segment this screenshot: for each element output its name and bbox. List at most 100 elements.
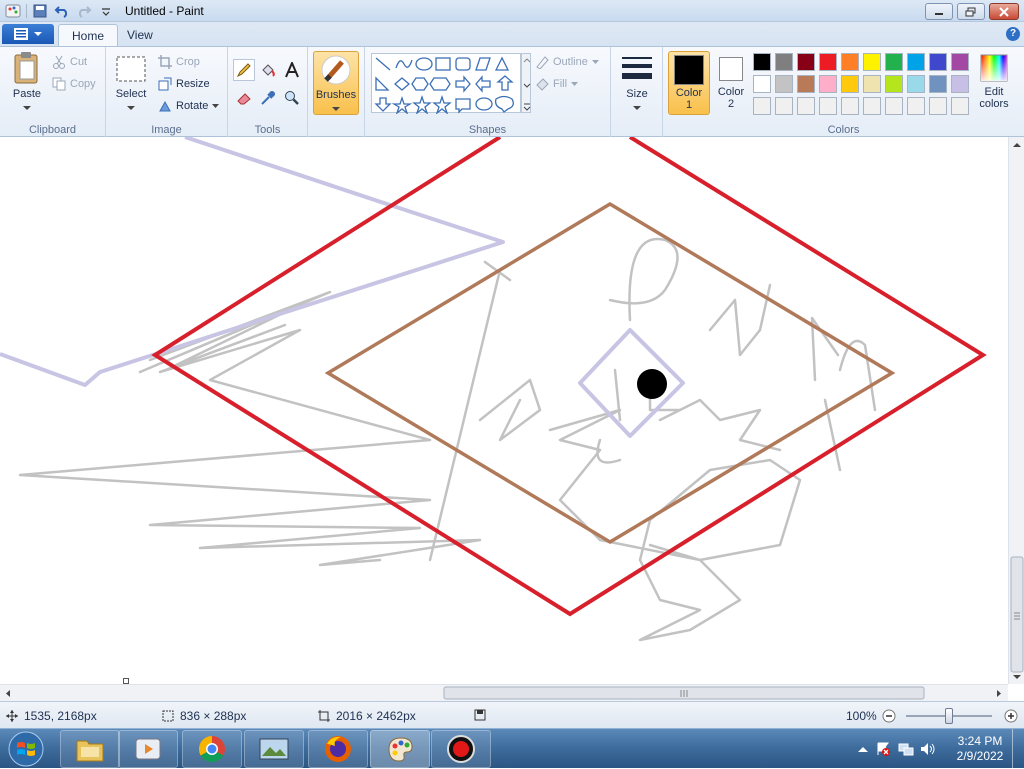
- outline-button[interactable]: Outline: [535, 55, 599, 69]
- palette-color-swatch[interactable]: [863, 53, 881, 71]
- text-tool[interactable]: [281, 59, 303, 81]
- fill-tool[interactable]: [257, 59, 279, 81]
- line-size-icon: [622, 57, 652, 79]
- help-icon[interactable]: ?: [1006, 27, 1020, 41]
- palette-color-swatch[interactable]: [951, 97, 969, 115]
- palette-color-swatch[interactable]: [951, 53, 969, 71]
- size-group: Size: [611, 47, 663, 138]
- crop-button[interactable]: Crop: [158, 55, 200, 69]
- palette-color-swatch[interactable]: [907, 97, 925, 115]
- clock-date: 2/9/2022: [956, 749, 1004, 763]
- palette-color-swatch[interactable]: [797, 97, 815, 115]
- save-icon[interactable]: [31, 2, 49, 20]
- network-icon[interactable]: [898, 742, 914, 756]
- palette-color-swatch[interactable]: [797, 53, 815, 71]
- palette-color-swatch[interactable]: [753, 53, 771, 71]
- action-center-icon[interactable]: [876, 742, 890, 756]
- palette-color-swatch[interactable]: [775, 97, 793, 115]
- palette-color-swatch[interactable]: [775, 53, 793, 71]
- restore-button[interactable]: [957, 3, 985, 20]
- palette-color-swatch[interactable]: [929, 75, 947, 93]
- palette-color-swatch[interactable]: [753, 75, 771, 93]
- volume-icon[interactable]: [920, 742, 936, 756]
- zoom-slider-thumb[interactable]: [945, 708, 953, 724]
- size-button[interactable]: Size: [619, 53, 655, 114]
- brushes-button[interactable]: Brushes: [313, 51, 359, 115]
- taskbar-clock[interactable]: 3:24 PM 2/9/2022: [950, 734, 1010, 764]
- minimize-button[interactable]: [925, 3, 953, 20]
- cut-button[interactable]: Cut: [52, 55, 87, 69]
- crosshair-icon: [6, 710, 18, 722]
- palette-color-swatch[interactable]: [797, 75, 815, 93]
- shapes-group: Outline Fill Shapes: [364, 47, 611, 138]
- start-button[interactable]: [4, 729, 48, 769]
- tab-view[interactable]: View: [114, 24, 166, 46]
- color1-button[interactable]: Color 1: [668, 51, 710, 115]
- copy-button[interactable]: Copy: [52, 77, 96, 91]
- palette-color-swatch[interactable]: [819, 97, 837, 115]
- windows-start-icon: [8, 731, 44, 767]
- tools-group: Tools: [228, 47, 308, 138]
- media-player-icon: [135, 738, 161, 760]
- zoom-out-button[interactable]: [882, 709, 896, 723]
- paste-button[interactable]: Paste: [6, 51, 48, 115]
- horizontal-scrollbar[interactable]: [0, 684, 1008, 701]
- palette-color-swatch[interactable]: [951, 75, 969, 93]
- taskbar-app-firefox[interactable]: [308, 730, 368, 768]
- select-icon: [116, 56, 146, 82]
- taskbar-app-explorer[interactable]: [60, 730, 120, 768]
- color2-button[interactable]: Color 2: [713, 51, 749, 115]
- palette-color-swatch[interactable]: [907, 53, 925, 71]
- disk-icon: [474, 709, 486, 721]
- close-button[interactable]: [989, 3, 1019, 20]
- color-picker-tool[interactable]: [257, 87, 279, 109]
- palette-color-swatch[interactable]: [885, 97, 903, 115]
- paint-app-icon[interactable]: [4, 2, 22, 20]
- customize-qat-icon[interactable]: [97, 2, 115, 20]
- scissors-icon: [53, 55, 65, 69]
- select-button[interactable]: Select: [112, 55, 150, 114]
- tab-home[interactable]: Home: [58, 24, 119, 46]
- palette-color-swatch[interactable]: [841, 97, 859, 115]
- fill-button[interactable]: Fill: [535, 77, 579, 91]
- shapes-gallery[interactable]: [371, 53, 521, 115]
- resize-button[interactable]: Resize: [158, 77, 210, 91]
- palette-color-swatch[interactable]: [907, 75, 925, 93]
- palette-color-swatch[interactable]: [841, 75, 859, 93]
- shapes-scroll[interactable]: [521, 53, 531, 113]
- colors-group: Color 1 Color 2 Edit colors Colors: [663, 47, 1024, 138]
- redo-icon[interactable]: [75, 2, 93, 20]
- drawing-canvas[interactable]: [0, 137, 1008, 684]
- magnifier-tool[interactable]: [281, 87, 303, 109]
- palette-color-swatch[interactable]: [841, 53, 859, 71]
- palette-color-swatch[interactable]: [753, 97, 771, 115]
- palette-color-swatch[interactable]: [885, 75, 903, 93]
- show-hidden-icons-icon[interactable]: [858, 745, 868, 753]
- pencil-tool[interactable]: [233, 59, 255, 81]
- vertical-scrollbar[interactable]: [1008, 137, 1024, 684]
- taskbar-app-paint[interactable]: [370, 730, 430, 768]
- rotate-button[interactable]: Rotate: [158, 99, 220, 113]
- vertical-scroll-thumb[interactable]: [1010, 556, 1024, 673]
- black-dot: [637, 369, 667, 399]
- taskbar-app-photos[interactable]: [244, 730, 304, 768]
- palette-color-swatch[interactable]: [863, 75, 881, 93]
- palette-color-swatch[interactable]: [929, 97, 947, 115]
- taskbar-app-chrome[interactable]: [182, 730, 242, 768]
- taskbar-app-media[interactable]: [118, 730, 178, 768]
- palette-color-swatch[interactable]: [929, 53, 947, 71]
- paint-menu-button[interactable]: [2, 24, 54, 44]
- undo-icon[interactable]: [53, 2, 71, 20]
- show-desktop-button[interactable]: [1012, 729, 1024, 769]
- zoom-in-button[interactable]: [1004, 709, 1018, 723]
- palette-color-swatch[interactable]: [885, 53, 903, 71]
- palette-color-swatch[interactable]: [819, 75, 837, 93]
- edit-colors-button[interactable]: Edit colors: [975, 51, 1013, 115]
- palette-color-swatch[interactable]: [775, 75, 793, 93]
- eraser-tool[interactable]: [233, 87, 255, 109]
- zoom-slider[interactable]: [906, 708, 992, 724]
- paste-icon: [14, 52, 38, 84]
- palette-color-swatch[interactable]: [863, 97, 881, 115]
- palette-color-swatch[interactable]: [819, 53, 837, 71]
- taskbar-app-recorder[interactable]: [431, 730, 491, 768]
